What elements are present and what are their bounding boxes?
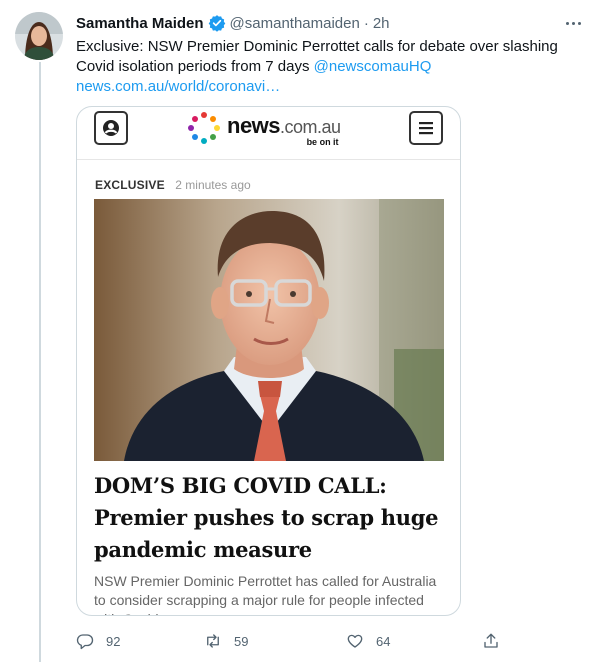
tweet-actions: 92 59 64 (76, 626, 506, 656)
author-handle[interactable]: @samanthamaiden (230, 15, 360, 32)
article-time: 2 minutes ago (175, 178, 251, 192)
more-icon[interactable] (562, 12, 584, 34)
logo-wordmark: news.com.au be on it (227, 113, 341, 147)
card-header: news.com.au be on it (77, 107, 460, 160)
logo-tagline: be on it (306, 137, 339, 147)
reply-count: 92 (106, 633, 121, 649)
retweet-count: 59 (234, 633, 249, 649)
like-count: 64 (376, 633, 391, 649)
author-name[interactable]: Samantha Maiden (76, 15, 204, 32)
mention-link[interactable]: @newscomauHQ (314, 58, 432, 75)
verified-badge-icon (208, 14, 226, 32)
menu-icon[interactable] (409, 111, 443, 145)
separator-dot: · (363, 14, 369, 32)
logo-news: news (227, 113, 281, 138)
like-icon (347, 634, 363, 648)
article-meta: EXCLUSIVE 2 minutes ago (95, 176, 251, 194)
retweet-icon (207, 634, 219, 648)
share-icon (484, 633, 498, 648)
news-logo: news.com.au be on it (187, 111, 341, 147)
thread-line (39, 62, 41, 662)
link-card[interactable]: news.com.au be on it EXCLUSIVE 2 minutes… (76, 106, 461, 616)
account-icon[interactable] (94, 111, 128, 145)
news-logo-mark-icon (188, 112, 220, 144)
reply-icon (76, 634, 94, 650)
share-button[interactable] (482, 626, 500, 656)
avatar[interactable] (15, 12, 63, 60)
tweet-link[interactable]: news.com.au/world/coronavi… (76, 77, 280, 97)
tweet-header: Samantha Maiden @samanthamaiden · 2h (76, 13, 584, 33)
like-button[interactable]: 64 (346, 626, 390, 656)
article-headline[interactable]: DOM’S BIG COVID CALL: Premier pushes to … (94, 470, 444, 566)
article-summary: NSW Premier Dominic Perrottet has called… (94, 573, 437, 615)
logo-domain: .com.au (280, 117, 341, 137)
retweet-button[interactable]: 59 (204, 626, 248, 656)
article-photo[interactable] (94, 199, 444, 461)
tweet-time[interactable]: 2h (373, 15, 390, 32)
reply-button[interactable]: 92 (76, 626, 120, 656)
exclusive-label: EXCLUSIVE (95, 178, 165, 192)
tweet-text: Exclusive: NSW Premier Dominic Perrottet… (76, 37, 576, 77)
